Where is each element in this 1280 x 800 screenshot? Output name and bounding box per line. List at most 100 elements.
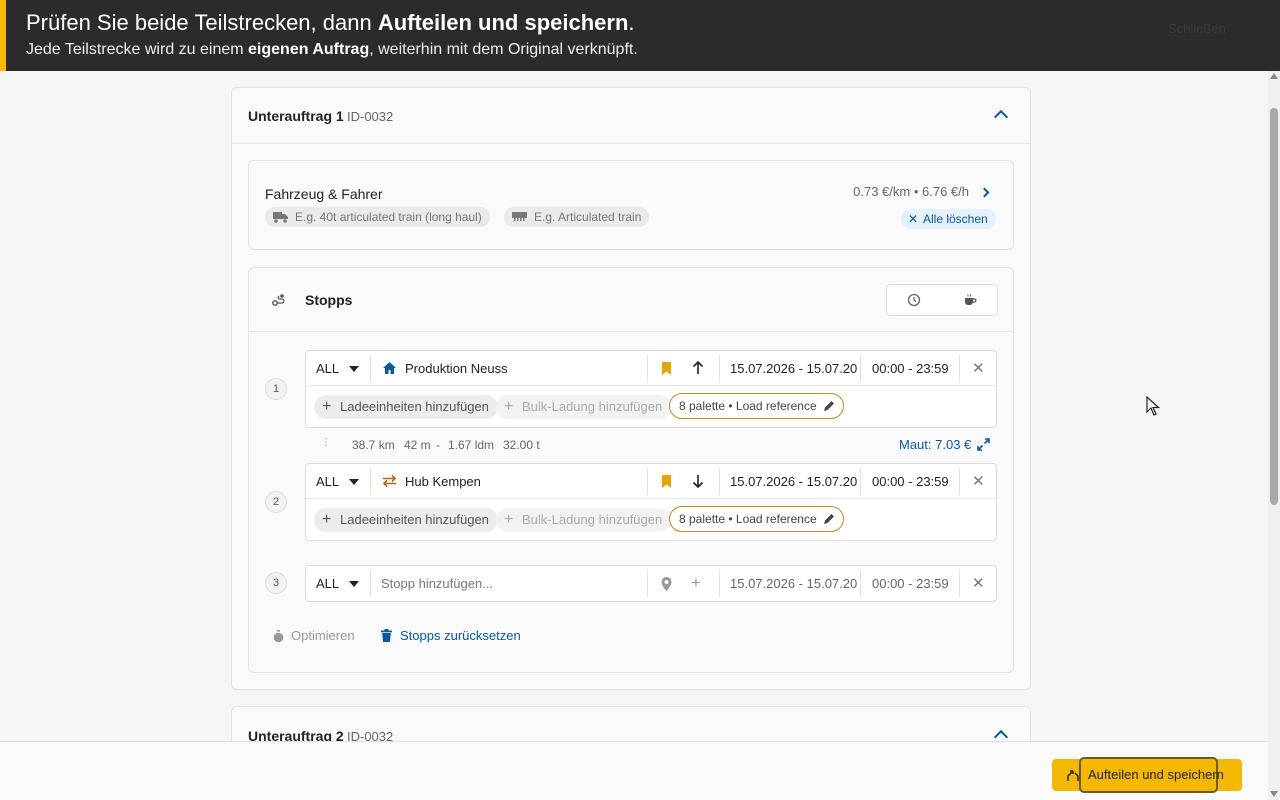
split-and-save-label: Aufteilen und speichern <box>1088 767 1224 782</box>
stop-actions: + Ladeeinheiten hinzufügen + Bulk-Ladung h… <box>306 387 996 427</box>
load-reference-chip[interactable]: 8 palette • Load reference <box>669 506 844 532</box>
divider <box>959 355 960 382</box>
rate-text: 0.73 €/km • 6.76 €/h <box>853 184 969 199</box>
banner-accent <box>0 0 6 71</box>
scroll-down-icon[interactable] <box>1270 791 1278 797</box>
load-reference-label: 8 palette • Load reference <box>679 399 817 413</box>
close-button[interactable]: Schließen <box>1168 21 1226 36</box>
stops-title: Stopps <box>305 292 353 308</box>
add-load-units-button[interactable]: + Ladeeinheiten hinzufügen <box>314 395 498 419</box>
country-select[interactable]: ALL <box>316 464 339 499</box>
scrollbar[interactable] <box>1268 71 1280 800</box>
stop-location[interactable]: Hub Kempen <box>405 464 481 499</box>
divider <box>959 468 960 495</box>
divider <box>860 355 861 382</box>
leg-ldm: 1.67 ldm <box>448 438 495 452</box>
stop-actions: + Ladeeinheiten hinzufügen + Bulk-Ladung h… <box>306 500 996 540</box>
date-range[interactable]: 15.07.2026 - 15.07.20 <box>730 351 857 386</box>
app-viewport: Unterauftrag 1 ID-0032 Fahrzeug & Fahrer… <box>0 0 1268 800</box>
chevron-up-icon[interactable] <box>993 109 1009 125</box>
pencil-icon[interactable] <box>823 513 835 525</box>
bookmark-icon[interactable] <box>661 475 672 488</box>
caret-down-icon[interactable] <box>349 479 359 485</box>
add-bulk-load-label: Bulk-Ladung hinzufügen <box>522 399 663 414</box>
trash-icon <box>381 629 392 642</box>
leg-summary: ⋮ 38.7 km 42 m - 1.67 ldm 32.00 t Maut: … <box>305 435 997 455</box>
add-bulk-load-button[interactable]: + Bulk-Ladung hinzufügen <box>496 508 672 532</box>
arrow-up-icon[interactable] <box>692 361 704 375</box>
remove-stop-icon[interactable]: ✕ <box>972 351 985 386</box>
time-window[interactable]: 00:00 - 23:59 <box>872 566 949 601</box>
plus-icon[interactable]: + <box>691 566 701 601</box>
swap-arrows-icon <box>382 474 397 488</box>
date-range[interactable]: 15.07.2026 - 15.07.20 <box>730 464 857 499</box>
split-icon <box>1067 770 1079 781</box>
divider <box>860 570 861 597</box>
plus-icon: + <box>322 511 332 528</box>
scrollbar-thumb[interactable] <box>1270 108 1278 505</box>
remove-stop-icon[interactable]: ✕ <box>972 566 985 601</box>
bookmark-icon[interactable] <box>661 362 672 375</box>
vehicle-driver-title: Fahrzeug & Fahrer <box>265 186 383 202</box>
add-stop-input[interactable]: Stopp hinzufügen... <box>381 566 493 601</box>
home-icon <box>383 362 396 374</box>
stop-row: ALL Produktion Neuss 15.07.2026 - 15.07.… <box>306 351 996 386</box>
pencil-icon[interactable] <box>823 400 835 412</box>
coffee-icon[interactable] <box>963 293 977 307</box>
leg-distance: 38.7 km <box>352 438 395 452</box>
country-select[interactable]: ALL <box>316 566 339 601</box>
close-icon: ✕ <box>908 212 919 226</box>
stopwatch-icon <box>273 630 284 643</box>
vehicle-driver-section: Fahrzeug & Fahrer E.g. 40t articulated t… <box>248 160 1014 250</box>
suborder-id: ID-0032 <box>347 109 394 124</box>
banner-title-text: Prüfen Sie beide Teilstrecken, dann <box>26 10 378 35</box>
country-select[interactable]: ALL <box>316 351 339 386</box>
clear-all-button[interactable]: ✕ Alle löschen <box>901 209 996 229</box>
divider <box>647 570 648 597</box>
divider <box>647 355 648 382</box>
vehicle-select[interactable]: E.g. 40t articulated train (long haul) <box>265 207 490 227</box>
add-bulk-load-button[interactable]: + Bulk-Ladung hinzufügen <box>496 395 672 419</box>
stop-number: 2 <box>265 491 287 513</box>
load-reference-chip[interactable]: 8 palette • Load reference <box>669 393 844 419</box>
divider <box>370 355 371 382</box>
time-window[interactable]: 00:00 - 23:59 <box>872 464 949 499</box>
caret-down-icon[interactable] <box>349 366 359 372</box>
caret-down-icon[interactable] <box>349 581 359 587</box>
mouse-cursor-icon <box>1146 396 1160 416</box>
leg-duration: 42 m <box>404 438 431 452</box>
divider <box>370 570 371 597</box>
banner-subtitle: Jede Teilstrecke wird zu einem eigenen A… <box>26 40 638 60</box>
clock-icon[interactable] <box>907 293 921 307</box>
stop-item-2: ALL Hub Kempen 15.07.2026 - 15.07.20 00:… <box>305 463 997 541</box>
route-icon <box>272 294 285 306</box>
suborder-header-1[interactable]: Unterauftrag 1 ID-0032 <box>232 88 1030 144</box>
arrow-down-icon[interactable] <box>692 474 704 488</box>
time-window[interactable]: 00:00 - 23:59 <box>872 351 949 386</box>
trailer-select[interactable]: E.g. Articulated train <box>504 207 650 227</box>
add-load-units-label: Ladeeinheiten hinzufügen <box>340 399 489 414</box>
load-reference-label: 8 palette • Load reference <box>679 512 817 526</box>
drag-handle-icon[interactable]: ⋮ <box>321 437 331 448</box>
add-load-units-button[interactable]: + Ladeeinheiten hinzufügen <box>314 508 498 532</box>
stop-number: 3 <box>265 572 287 594</box>
vehicle-placeholder: E.g. 40t articulated train (long haul) <box>295 210 482 224</box>
scroll-up-icon[interactable] <box>1270 73 1278 79</box>
date-range[interactable]: 15.07.2026 - 15.07.20 <box>730 566 857 601</box>
clear-all-label: Alle löschen <box>923 212 988 226</box>
stop-item-3: ALL Stopp hinzufügen... + 15.07.2026 - 1… <box>305 565 997 602</box>
chevron-right-icon[interactable] <box>979 187 990 198</box>
toll-link[interactable]: Maut: 7.03 € <box>899 437 971 452</box>
remove-stop-icon[interactable]: ✕ <box>972 464 985 499</box>
banner-title: Prüfen Sie beide Teilstrecken, dann Auft… <box>26 9 635 37</box>
stop-location[interactable]: Produktion Neuss <box>405 351 508 386</box>
location-pin-icon[interactable] <box>661 577 672 591</box>
divider <box>370 468 371 495</box>
expand-icon[interactable] <box>977 438 990 451</box>
stops-section: Stopps 1 ALL Produktion Neuss 15.07.2026… <box>248 267 1014 673</box>
stops-view-toggle <box>886 284 998 316</box>
banner-subtitle-bold: eigenen Auftrag <box>248 41 370 58</box>
trailer-icon <box>512 212 527 221</box>
split-and-save-button[interactable]: Aufteilen und speichern <box>1052 757 1242 793</box>
stop-item-1: ALL Produktion Neuss 15.07.2026 - 15.07.… <box>305 350 997 428</box>
